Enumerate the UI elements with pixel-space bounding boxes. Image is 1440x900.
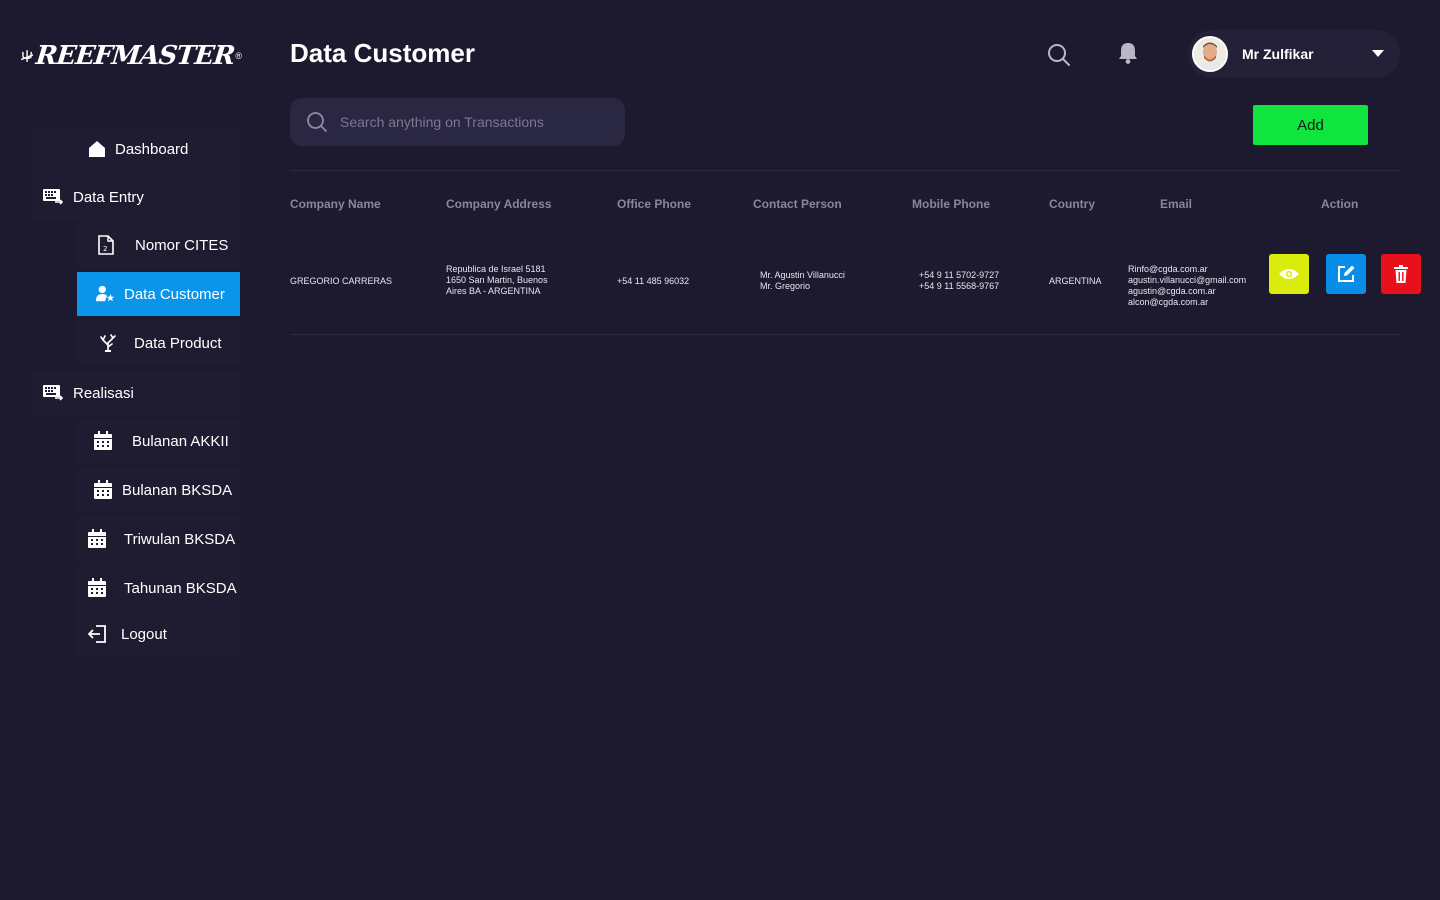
sidebar-item-dashboard[interactable]: Dashboard xyxy=(33,127,240,171)
column-header: Email xyxy=(1160,197,1193,211)
trident-icon xyxy=(20,50,34,62)
sidebar-item-realisasi[interactable]: Realisasi xyxy=(33,371,240,415)
column-header: Mobile Phone xyxy=(912,197,990,211)
sidebar-item-label: Realisasi xyxy=(73,384,134,402)
add-button[interactable]: Add xyxy=(1253,105,1368,145)
company-name-cell: GREGORIO CARRERAS xyxy=(290,276,393,286)
column-header: Company Address xyxy=(446,197,552,211)
registered-mark: ® xyxy=(235,51,242,61)
delete-button[interactable] xyxy=(1381,254,1421,294)
calendar-icon xyxy=(87,578,107,598)
sidebar-item-label: Bulanan BKSDA xyxy=(122,481,233,499)
sidebar-item-data-product[interactable]: Data Product xyxy=(77,321,240,365)
sidebar-item-bulanan-bksda[interactable]: Bulanan BKSDA xyxy=(77,468,240,512)
search-bar xyxy=(290,98,625,146)
document-icon: 2 xyxy=(96,235,116,255)
search-input[interactable] xyxy=(340,114,600,130)
user-star-icon xyxy=(95,284,115,304)
sidebar-item-label: Dashboard xyxy=(115,140,189,158)
sidebar-item-bulanan-akkii[interactable]: Bulanan AKKII xyxy=(77,419,240,463)
sidebar-item-label: Triwulan BKSDA xyxy=(124,530,236,548)
keyboard-icon xyxy=(43,187,63,207)
notification-bell-icon[interactable] xyxy=(1115,40,1141,66)
sidebar-item-nomor-cites[interactable]: 2 Nomor CITES xyxy=(77,223,240,267)
contact-person-cell: Mr. Agustin Villanucci Mr. Gregorio xyxy=(760,270,845,291)
column-header: Contact Person xyxy=(753,197,842,211)
calendar-icon xyxy=(87,529,107,549)
view-button[interactable] xyxy=(1269,254,1309,294)
sidebar-item-label: Bulanan AKKII xyxy=(132,432,229,450)
sidebar-item-label: Logout xyxy=(121,625,167,643)
column-header: Company Name xyxy=(290,197,381,211)
column-header: Country xyxy=(1049,197,1095,211)
divider xyxy=(290,170,1400,171)
email-cell: Rinfo@cgda.com.ar agustin.villanucci@gma… xyxy=(1128,264,1247,307)
sidebar-item-label: Data Customer xyxy=(124,285,225,303)
edit-button[interactable] xyxy=(1326,254,1366,294)
header-search-icon[interactable] xyxy=(1046,42,1072,68)
sidebar-item-triwulan-bksda[interactable]: Triwulan BKSDA xyxy=(77,517,240,561)
eye-icon xyxy=(1279,269,1299,279)
mobile-phone-cell: +54 9 11 5702-9727 +54 9 11 5568-9767 xyxy=(919,270,1000,291)
edit-icon xyxy=(1338,265,1355,282)
user-menu[interactable]: Mr Zulfikar xyxy=(1188,30,1400,78)
calendar-icon xyxy=(93,431,113,451)
column-header: Action xyxy=(1321,197,1359,211)
sidebar-item-label: Data Entry xyxy=(73,188,144,206)
home-icon xyxy=(87,139,107,159)
country-cell: ARGENTINA xyxy=(1049,276,1102,286)
column-header: Office Phone xyxy=(617,197,692,211)
avatar xyxy=(1192,36,1228,72)
svg-text:2: 2 xyxy=(103,245,107,253)
coral-icon xyxy=(98,333,118,353)
sidebar-item-data-customer[interactable]: Data Customer xyxy=(77,272,240,316)
brand-logo[interactable]: REEFMASTER ® xyxy=(20,40,242,72)
page-title: Data Customer xyxy=(290,38,475,68)
sidebar-item-tahunan-bksda[interactable]: Tahunan BKSDA xyxy=(77,566,240,610)
keyboard-icon xyxy=(43,383,63,403)
sidebar-item-data-entry[interactable]: Data Entry xyxy=(33,175,240,219)
sidebar-item-label: Nomor CITES xyxy=(135,236,229,254)
calendar-icon xyxy=(93,480,113,500)
chevron-down-icon xyxy=(1372,50,1384,57)
user-name: Mr Zulfikar xyxy=(1242,46,1314,62)
sidebar-item-logout[interactable]: Logout xyxy=(77,612,240,656)
divider xyxy=(290,334,1400,335)
brand-name: REEFMASTER xyxy=(34,41,236,71)
company-address-cell: Republica de Israel 5181 1650 San Martin… xyxy=(446,264,548,296)
logout-icon xyxy=(87,624,107,644)
office-phone-cell: +54 11 485 96032 xyxy=(617,276,690,286)
trash-icon xyxy=(1394,265,1408,283)
search-icon xyxy=(306,111,328,133)
sidebar-item-label: Data Product xyxy=(134,334,222,352)
sidebar-item-label: Tahunan BKSDA xyxy=(124,579,237,597)
